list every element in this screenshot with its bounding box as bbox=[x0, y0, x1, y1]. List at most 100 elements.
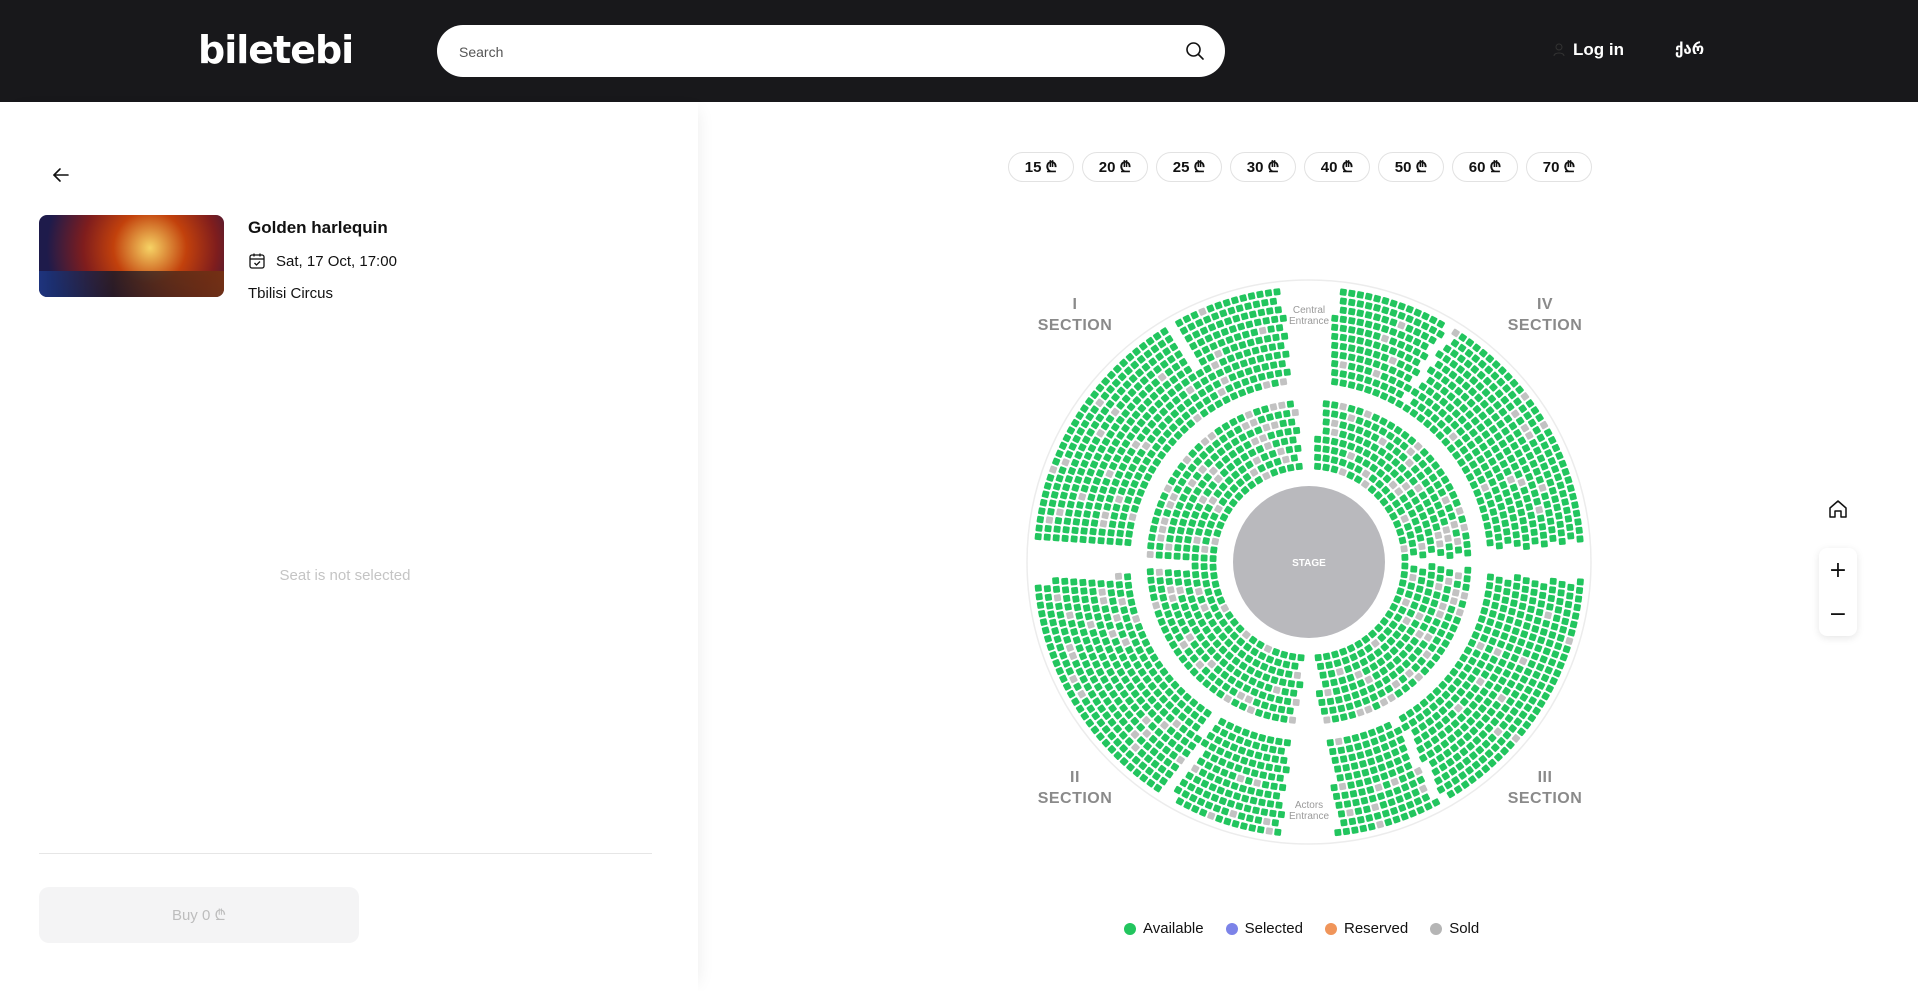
seat[interactable] bbox=[1506, 661, 1516, 670]
seat[interactable] bbox=[1339, 647, 1348, 656]
seat[interactable] bbox=[1118, 597, 1127, 606]
seat[interactable] bbox=[1378, 734, 1387, 743]
seat[interactable] bbox=[1500, 632, 1509, 641]
seat[interactable] bbox=[1119, 703, 1129, 713]
seat[interactable] bbox=[1131, 743, 1141, 753]
seat[interactable] bbox=[1569, 620, 1578, 629]
seat[interactable] bbox=[1257, 415, 1266, 424]
seat[interactable] bbox=[1119, 358, 1129, 368]
seat[interactable] bbox=[1407, 582, 1416, 590]
seat[interactable] bbox=[1419, 622, 1429, 632]
seat[interactable] bbox=[1243, 642, 1252, 652]
seat[interactable] bbox=[1269, 703, 1278, 712]
seat[interactable] bbox=[1262, 423, 1271, 432]
seat[interactable] bbox=[1335, 667, 1344, 676]
seat[interactable] bbox=[1383, 463, 1393, 473]
seat[interactable] bbox=[1492, 465, 1501, 474]
seat[interactable] bbox=[1458, 600, 1467, 609]
seat[interactable] bbox=[1278, 783, 1287, 792]
seat[interactable] bbox=[1165, 713, 1175, 723]
seat[interactable] bbox=[1273, 351, 1282, 360]
seat[interactable] bbox=[1274, 828, 1282, 836]
seat[interactable] bbox=[1214, 349, 1223, 358]
seat[interactable] bbox=[1374, 783, 1383, 792]
seat[interactable] bbox=[1147, 449, 1156, 459]
seat[interactable] bbox=[1082, 659, 1091, 669]
seat[interactable] bbox=[1207, 659, 1217, 669]
seat[interactable] bbox=[1112, 503, 1121, 512]
seat[interactable] bbox=[1452, 616, 1461, 625]
seat[interactable] bbox=[1490, 717, 1500, 727]
seat[interactable] bbox=[1476, 677, 1485, 686]
seat[interactable] bbox=[1189, 698, 1199, 708]
seat[interactable] bbox=[1206, 772, 1215, 781]
seat[interactable] bbox=[1135, 646, 1144, 655]
seat[interactable] bbox=[1124, 581, 1133, 590]
seat[interactable] bbox=[1115, 622, 1124, 631]
seat[interactable] bbox=[1192, 471, 1202, 481]
seat[interactable] bbox=[1179, 425, 1189, 435]
seat[interactable] bbox=[1214, 426, 1223, 436]
seat[interactable] bbox=[1082, 636, 1091, 645]
seat[interactable] bbox=[1339, 324, 1347, 333]
seat[interactable] bbox=[1181, 790, 1190, 799]
seat[interactable] bbox=[1366, 653, 1376, 662]
seat[interactable] bbox=[1372, 701, 1381, 711]
seat[interactable] bbox=[1087, 690, 1097, 699]
seat[interactable] bbox=[1419, 698, 1429, 708]
seat[interactable] bbox=[1484, 680, 1494, 690]
seat[interactable] bbox=[1408, 539, 1417, 548]
seat[interactable] bbox=[1393, 786, 1402, 795]
seat[interactable] bbox=[1331, 332, 1339, 341]
seat[interactable] bbox=[1127, 598, 1136, 607]
seat[interactable] bbox=[1222, 395, 1231, 404]
seat[interactable] bbox=[1566, 592, 1574, 600]
seat[interactable] bbox=[1235, 351, 1244, 360]
seat[interactable] bbox=[1525, 503, 1534, 511]
seat[interactable] bbox=[1421, 321, 1430, 331]
seat[interactable] bbox=[1495, 452, 1504, 461]
seat[interactable] bbox=[1419, 568, 1427, 576]
seat[interactable] bbox=[1463, 664, 1472, 673]
seat[interactable] bbox=[1387, 693, 1396, 703]
seat[interactable] bbox=[1505, 434, 1515, 443]
seat[interactable] bbox=[1426, 749, 1435, 758]
seat[interactable] bbox=[1493, 727, 1503, 737]
seat[interactable] bbox=[1495, 542, 1503, 550]
seat[interactable] bbox=[1348, 753, 1357, 762]
seat[interactable] bbox=[1055, 666, 1064, 676]
seat[interactable] bbox=[1423, 740, 1433, 749]
seat[interactable] bbox=[1068, 442, 1077, 451]
seat[interactable] bbox=[1372, 332, 1381, 340]
seat[interactable] bbox=[1200, 437, 1210, 447]
seat[interactable] bbox=[1202, 750, 1211, 759]
seat[interactable] bbox=[1152, 332, 1162, 341]
seat[interactable] bbox=[1364, 302, 1373, 310]
seat[interactable] bbox=[1398, 606, 1407, 615]
seat[interactable] bbox=[1373, 294, 1381, 303]
seat[interactable] bbox=[1471, 447, 1481, 457]
seat[interactable] bbox=[1427, 643, 1437, 652]
seat[interactable] bbox=[1381, 334, 1390, 343]
seat[interactable] bbox=[1269, 809, 1277, 818]
seat[interactable] bbox=[1486, 539, 1494, 547]
seat[interactable] bbox=[1539, 531, 1548, 540]
seat[interactable] bbox=[1430, 414, 1440, 424]
seat[interactable] bbox=[1083, 476, 1092, 485]
seat[interactable] bbox=[1119, 744, 1129, 754]
seat[interactable] bbox=[1204, 801, 1214, 810]
seat[interactable] bbox=[1103, 697, 1112, 706]
seat[interactable] bbox=[1389, 602, 1398, 612]
seat[interactable] bbox=[1160, 720, 1170, 731]
seat[interactable] bbox=[1235, 478, 1246, 488]
seat[interactable] bbox=[1522, 622, 1531, 630]
seat[interactable] bbox=[1229, 809, 1238, 818]
seat[interactable] bbox=[1372, 388, 1381, 397]
seat[interactable] bbox=[1315, 690, 1324, 698]
seat[interactable] bbox=[1400, 431, 1410, 441]
seat[interactable] bbox=[1403, 383, 1412, 393]
seat[interactable] bbox=[1077, 467, 1086, 476]
seat[interactable] bbox=[1461, 381, 1471, 391]
seat[interactable] bbox=[1105, 414, 1115, 424]
seat[interactable] bbox=[1121, 675, 1130, 684]
